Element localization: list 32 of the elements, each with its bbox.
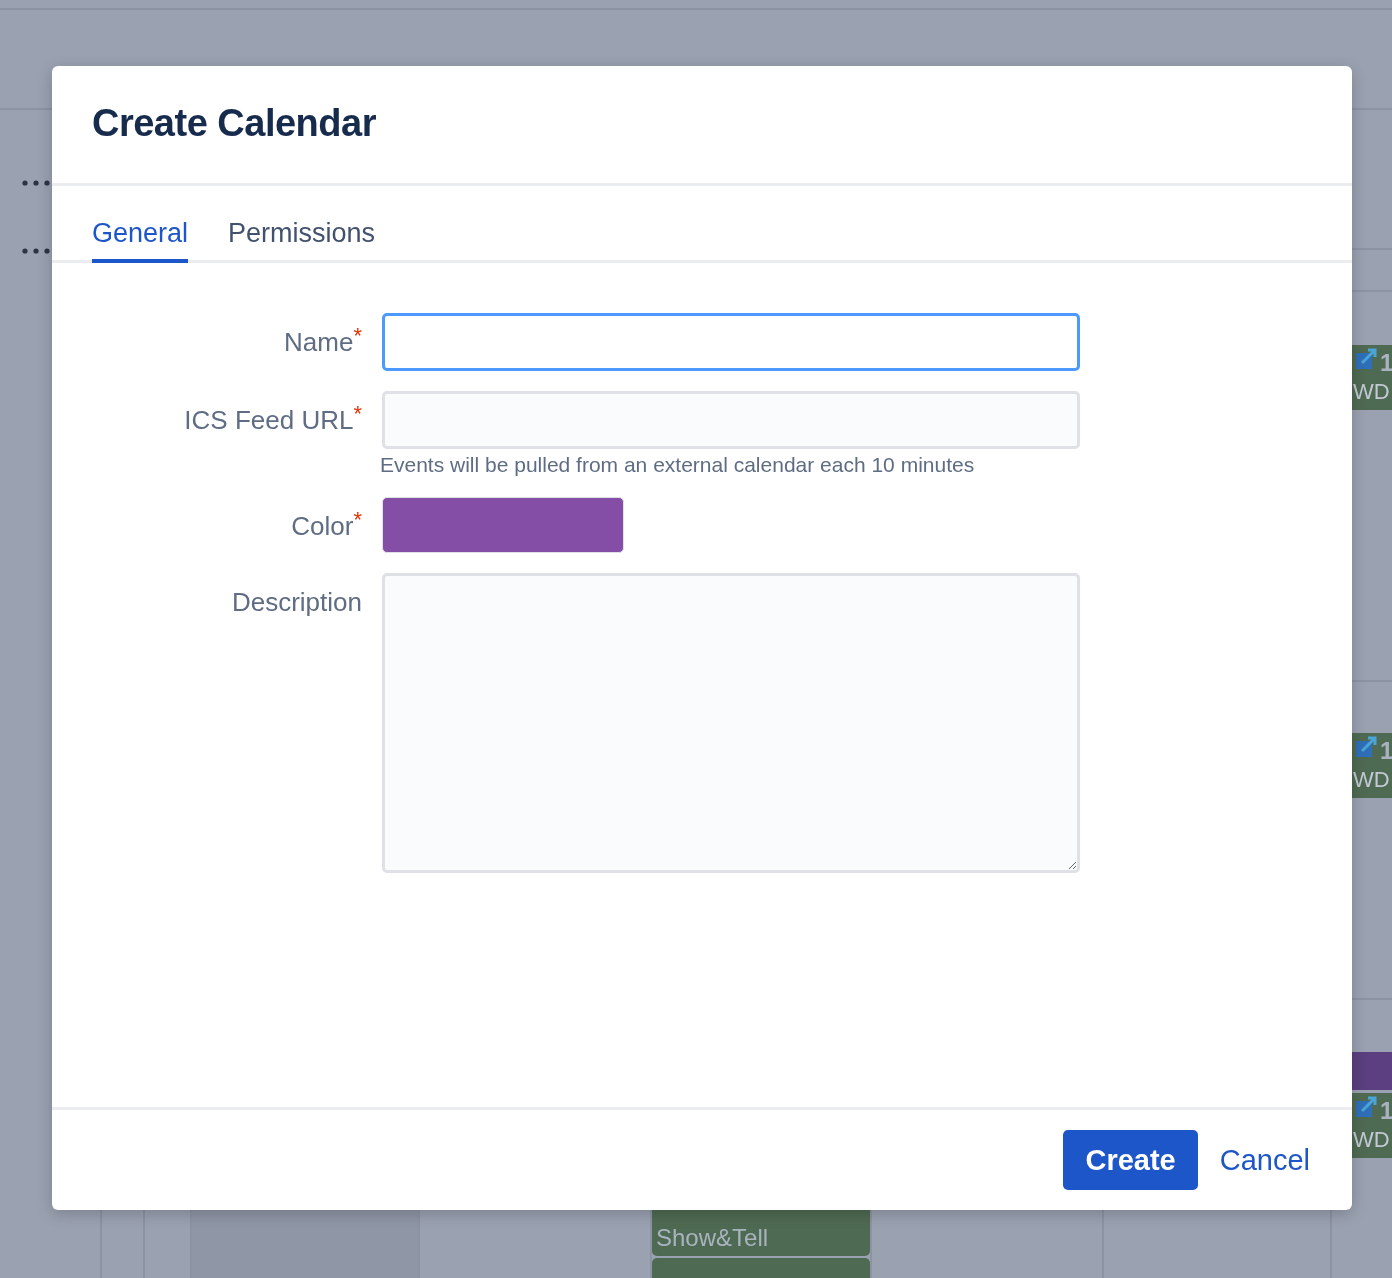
event-time: 1 [1380, 349, 1392, 377]
event-title: WD [1353, 1127, 1390, 1153]
field-label: Color [291, 510, 354, 541]
create-button[interactable]: Create [1063, 1130, 1198, 1190]
tab[interactable]: Permissions [228, 186, 376, 263]
event-time: 1 [1380, 1097, 1392, 1125]
cancel-link[interactable]: Cancel [1219, 1143, 1310, 1177]
edit-icon [1354, 347, 1378, 371]
field-label: Name [284, 326, 354, 357]
event-title: WD [1353, 379, 1390, 405]
event-block[interactable]: 1 WD [1350, 1093, 1392, 1158]
field-label: ICS Feed URL [184, 404, 354, 435]
required-mark: * [353, 507, 362, 532]
color-swatch[interactable] [382, 497, 624, 553]
more-icon[interactable] [22, 248, 50, 254]
event-title: Show&Tell [656, 1224, 769, 1251]
event-block[interactable]: 1 WD [1350, 733, 1392, 798]
description-field[interactable] [382, 573, 1080, 873]
tab[interactable]: General [92, 186, 189, 263]
field-label: Description [231, 586, 362, 617]
event-bar[interactable] [1350, 1052, 1392, 1090]
help-text: Events will be pulled from an external calendar each 10 minutes [380, 453, 976, 477]
more-icon[interactable] [22, 180, 50, 186]
text-field[interactable] [382, 313, 1080, 371]
event-time: 1 [1380, 737, 1392, 765]
event-block[interactable]: 1 WD [1350, 345, 1392, 410]
edit-icon [1354, 735, 1378, 759]
dialog-title: Create Calendar [92, 102, 377, 145]
edit-icon [1354, 1095, 1378, 1119]
required-mark: * [353, 401, 362, 426]
event-title: WD [1353, 767, 1390, 793]
required-mark: * [353, 323, 362, 348]
